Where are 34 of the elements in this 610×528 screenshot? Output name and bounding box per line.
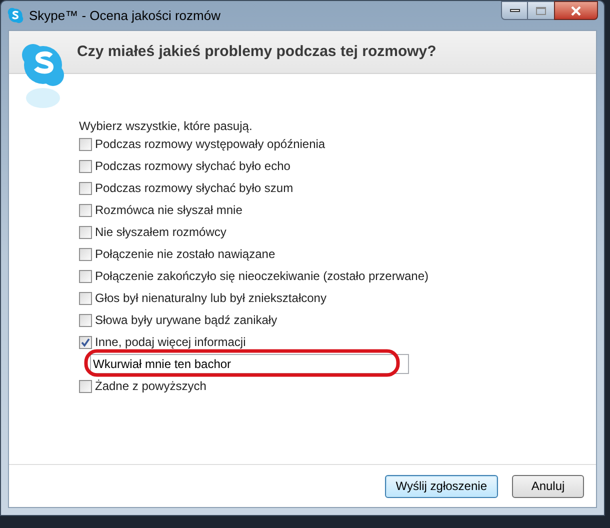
checkbox[interactable] [79, 138, 92, 150]
checkbox[interactable] [79, 314, 92, 326]
close-icon[interactable] [570, 6, 582, 16]
checkbox[interactable] [79, 182, 92, 194]
checkbox-label[interactable]: Podczas rozmowy występowały opóźnienia [95, 135, 326, 153]
skype-logo-icon [20, 42, 66, 108]
checkbox-label[interactable]: Słowa były urywane bądź zanikały [95, 311, 278, 329]
details-input-field[interactable]: Wkurwiał mnie ten bachor [90, 354, 409, 374]
checkbox-label[interactable]: Podczas rozmowy słychać było szum [95, 179, 294, 197]
checkbox[interactable] [79, 226, 92, 238]
maximize-button[interactable] [528, 1, 554, 20]
checkbox[interactable] [79, 160, 92, 172]
checkbox[interactable] [79, 292, 92, 304]
checkbox-label[interactable]: Połączenie zakończyło się nieoczekiwanie (zostało przerwane) [95, 267, 428, 285]
checkbox[interactable] [79, 380, 92, 392]
checkbox-label[interactable]: Żadne z powyższych [95, 377, 206, 395]
checkbox[interactable] [79, 270, 92, 282]
checkbox[interactable] [79, 204, 92, 216]
dialog-heading: Czy miałeś jakieś problemy podczas tej rozmowy? [77, 42, 436, 62]
checkbox[interactable] [79, 248, 92, 260]
minimize-button[interactable] [501, 1, 528, 20]
checkbox-label[interactable]: Głos był nienaturalny lub był zniekształcony [95, 289, 326, 307]
checkbox-label[interactable]: Połączenie nie zostało nawiązane [95, 245, 276, 263]
checkbox-label[interactable]: Podczas rozmowy słychać było echo [95, 157, 290, 175]
dialog-button[interactable]: Anuluj [512, 474, 584, 498]
checkbox-label[interactable]: Rozmówca nie słyszał mnie [95, 201, 242, 219]
window-title: Skype™ - Ocena jakości rozmów [29, 6, 220, 25]
close-button[interactable] [554, 1, 598, 20]
dialog-button[interactable]: Wyślij zgłoszenie [384, 474, 498, 498]
instruction-text: Wybierz wszystkie, które pasują. [79, 118, 254, 133]
checkbox-label[interactable]: Inne, podaj więcej informacji [95, 333, 246, 351]
skype-logo-icon [7, 7, 24, 24]
checkbox[interactable] [79, 336, 92, 348]
checkbox-label[interactable]: Nie słyszałem rozmówcy [95, 223, 226, 241]
